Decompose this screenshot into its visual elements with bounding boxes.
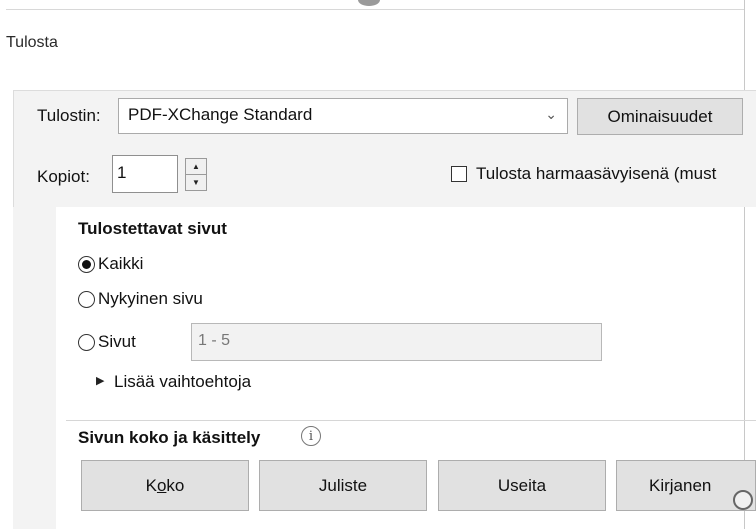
copies-input[interactable]: 1 [112, 155, 178, 193]
page-range-input[interactable]: 1 - 5 [191, 323, 602, 361]
page-size-group-title: Sivun koko ja käsittely [78, 428, 261, 447]
radio-current-page[interactable] [78, 291, 95, 308]
spin-up-button[interactable]: ▲ [185, 158, 207, 175]
properties-button[interactable]: Ominaisuudet [577, 98, 743, 135]
section-divider [66, 420, 756, 421]
size-button-label: Koko [145, 475, 185, 495]
copies-label: Kopiot: [37, 167, 90, 186]
window-top-edge [0, 0, 756, 10]
grayscale-label: Tulosta harmaasävyisenä (must [476, 164, 717, 183]
more-options-link[interactable]: Lisää vaihtoehtoja [114, 372, 251, 392]
pages-group-title: Tulostettavat sivut [78, 219, 227, 238]
radio-current-page-label[interactable]: Nykyinen sivu [98, 289, 203, 309]
size-button[interactable]: Koko [81, 460, 249, 511]
grayscale-checkbox[interactable] [451, 166, 467, 182]
printer-select[interactable]: PDF-XChange Standard ⌄ [118, 98, 568, 134]
spin-down-button[interactable]: ▼ [185, 174, 207, 191]
right-edge-divider [744, 0, 745, 529]
printer-select-value: PDF-XChange Standard [128, 105, 313, 124]
radio-pages-label[interactable]: Sivut [98, 332, 136, 352]
window-drag-handle [358, 0, 380, 6]
left-gutter [13, 207, 56, 529]
printer-label: Tulostin: [37, 106, 101, 125]
poster-button[interactable]: Juliste [259, 460, 427, 511]
triangle-right-icon[interactable]: ▶ [96, 374, 104, 387]
multiple-button[interactable]: Useita [438, 460, 606, 511]
radio-all[interactable] [78, 256, 95, 273]
radio-all-label[interactable]: Kaikki [98, 254, 143, 274]
info-icon[interactable]: i [301, 426, 321, 446]
busy-cursor-icon [733, 490, 753, 510]
chevron-down-icon: ⌄ [545, 106, 557, 122]
triangle-up-icon: ▲ [192, 162, 200, 171]
window-title: Tulosta [6, 34, 58, 51]
radio-pages[interactable] [78, 334, 95, 351]
triangle-down-icon: ▼ [192, 178, 200, 187]
top-divider [6, 9, 744, 10]
